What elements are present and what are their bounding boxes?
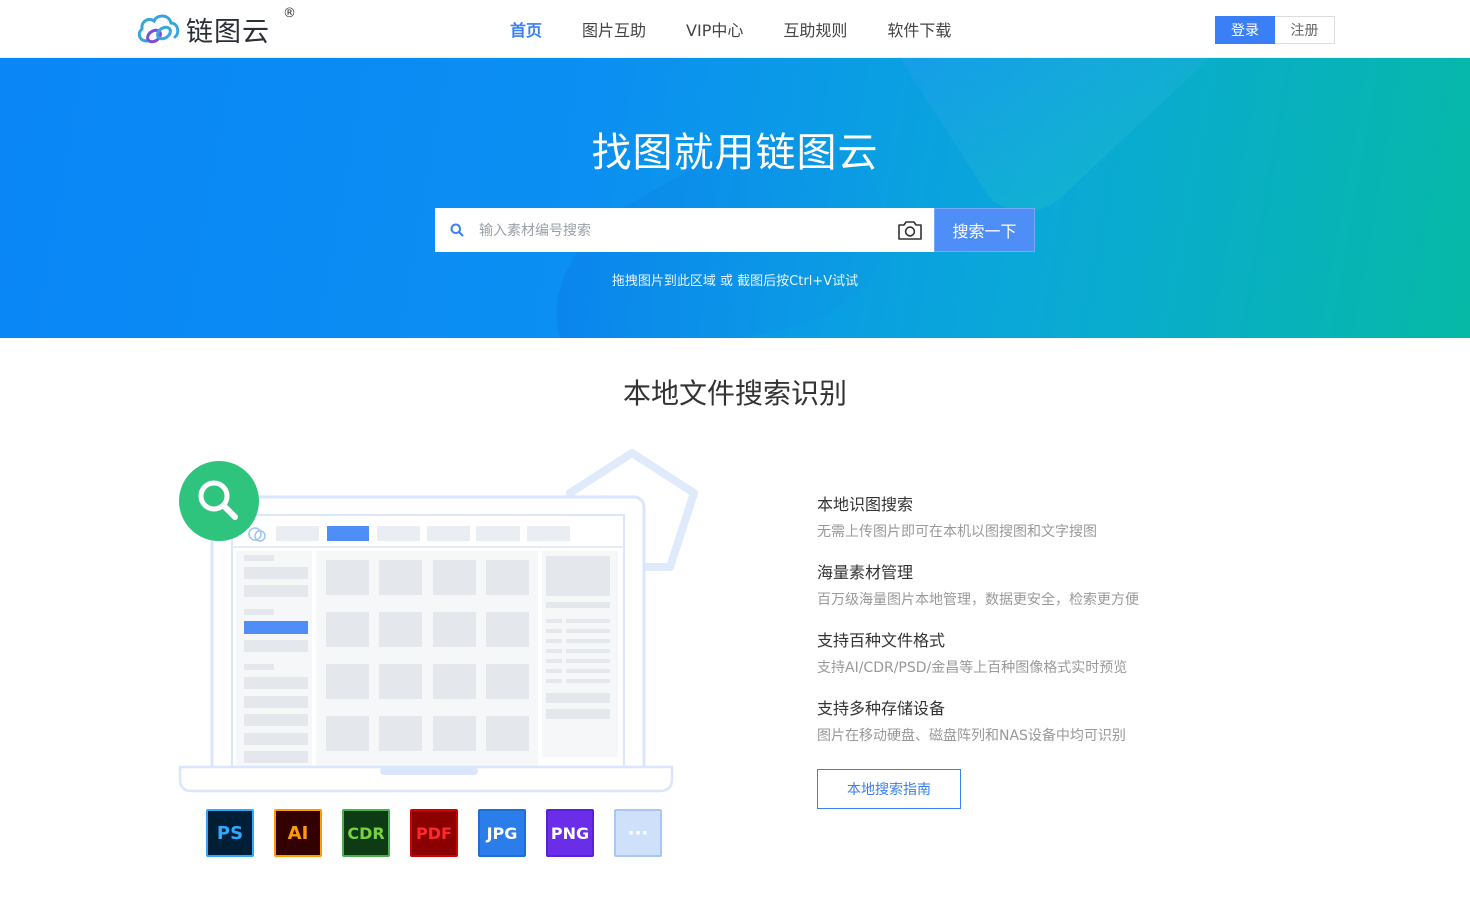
feature-list: 本地识图搜索 无需上传图片即可在本机以图搜图和文字搜图 海量素材管理 百万级海量… bbox=[817, 494, 1297, 766]
feature-item: 支持百种文件格式 支持AI/CDR/PSD/金昌等上百种图像格式实时预览 bbox=[817, 630, 1297, 698]
feature-title: 海量素材管理 bbox=[817, 563, 914, 582]
format-icons: PS AI CDR PDF JPG PNG ··· bbox=[206, 809, 682, 857]
jpg-format-icon: JPG bbox=[478, 809, 526, 857]
feature-title: 本地识图搜索 bbox=[817, 495, 914, 514]
main-nav: 首页 图片互助 VIP中心 互助规则 软件下载 bbox=[510, 0, 991, 58]
cloud-logo-icon bbox=[137, 14, 180, 44]
png-format-icon: PNG bbox=[546, 809, 594, 857]
feature-item: 海量素材管理 百万级海量图片本地管理，数据更安全，检索更方便 bbox=[817, 562, 1297, 630]
nav-vip-center[interactable]: VIP中心 bbox=[686, 17, 743, 41]
nav-home[interactable]: 首页 bbox=[510, 17, 542, 41]
cdr-format-icon: CDR bbox=[342, 809, 390, 857]
search-button[interactable]: 搜索一下 bbox=[934, 208, 1035, 252]
search-box: 搜索一下 bbox=[435, 208, 1035, 252]
feature-desc: 百万级海量图片本地管理，数据更安全，检索更方便 bbox=[817, 592, 1139, 608]
search-input[interactable] bbox=[479, 208, 886, 252]
laptop-illustration-art bbox=[178, 449, 698, 793]
more-formats-icon: ··· bbox=[614, 809, 662, 857]
nav-software-download[interactable]: 软件下载 bbox=[887, 17, 951, 41]
hero-title: 找图就用链图云 bbox=[591, 130, 879, 176]
register-button[interactable]: 注册 bbox=[1275, 16, 1335, 44]
laptop-illustration bbox=[170, 445, 710, 865]
feature-desc: 支持AI/CDR/PSD/金昌等上百种图像格式实时预览 bbox=[817, 660, 1128, 676]
top-header: 链图云 ® 首页 图片互助 VIP中心 互助规则 软件下载 登录 注册 bbox=[0, 0, 1470, 58]
ai-format-icon: AI bbox=[274, 809, 322, 857]
feature-title: 支持多种存储设备 bbox=[817, 699, 946, 718]
feature-item: 支持多种存储设备 图片在移动硬盘、磁盘阵列和NAS设备中均可识别 bbox=[817, 698, 1297, 766]
logo[interactable]: 链图云 ® bbox=[135, 6, 296, 48]
registered-mark: ® bbox=[283, 6, 296, 21]
logo-text: 链图云 bbox=[186, 16, 270, 48]
ps-format-icon: PS bbox=[206, 809, 254, 857]
feature-desc: 图片在移动硬盘、磁盘阵列和NAS设备中均可识别 bbox=[817, 728, 1126, 744]
login-button[interactable]: 登录 bbox=[1215, 16, 1275, 44]
nav-help-rules[interactable]: 互助规则 bbox=[783, 17, 847, 41]
feature-item: 本地识图搜索 无需上传图片即可在本机以图搜图和文字搜图 bbox=[817, 494, 1297, 562]
search-icon bbox=[435, 208, 479, 252]
drop-hint: 拖拽图片到此区域 或 截图后按Ctrl+V试试 bbox=[611, 274, 859, 289]
auth-buttons: 登录 注册 bbox=[1215, 16, 1335, 44]
feature-title: 支持百种文件格式 bbox=[817, 631, 946, 650]
camera-icon[interactable] bbox=[886, 208, 934, 252]
hero-banner: 找图就用链图云 搜索一下 拖拽图片到此区域 或 截图后按Ctrl+V试试 bbox=[0, 58, 1470, 338]
feature-desc: 无需上传图片即可在本机以图搜图和文字搜图 bbox=[817, 524, 1097, 540]
nav-image-help[interactable]: 图片互助 bbox=[582, 17, 646, 41]
section-title: 本地文件搜索识别 bbox=[622, 377, 847, 410]
pdf-format-icon: PDF bbox=[410, 809, 458, 857]
local-search-guide-button[interactable]: 本地搜索指南 bbox=[817, 769, 961, 809]
hero-decor-shapes bbox=[556, 58, 1210, 338]
